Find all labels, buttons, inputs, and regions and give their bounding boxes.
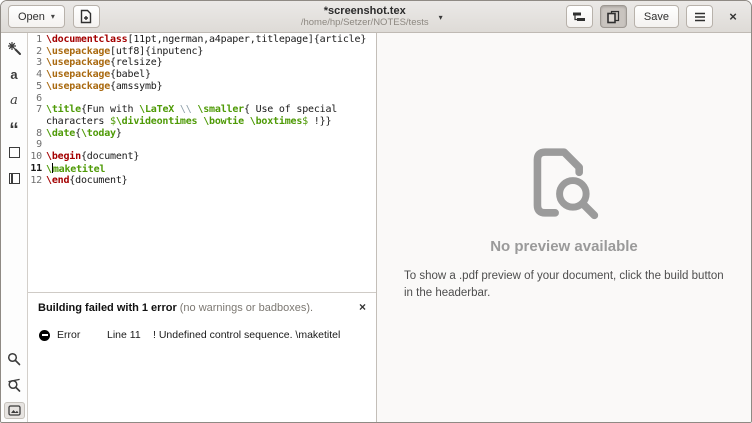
new-document-icon bbox=[79, 9, 93, 24]
preview-pane: No preview available To show a .pdf prev… bbox=[377, 33, 751, 422]
quotes-button[interactable]: “ bbox=[4, 118, 25, 135]
document-title: *screenshot.tex bbox=[301, 5, 429, 18]
code-text: \documentclass[11pt,ngerman,a4paper,titl… bbox=[46, 34, 366, 46]
code-text: \maketitel bbox=[46, 163, 105, 176]
line-number: 3 bbox=[28, 57, 46, 69]
window-close-button[interactable]: × bbox=[722, 6, 744, 28]
build-status-text: Building failed with 1 error bbox=[38, 302, 177, 314]
line-number: 8 bbox=[28, 128, 46, 140]
open-button[interactable]: Open ▾ bbox=[8, 5, 65, 28]
code-text: \end{document} bbox=[46, 175, 128, 187]
code-text: characters $\divideontimes \bowtie \boxt… bbox=[46, 116, 331, 128]
frame-icon bbox=[9, 147, 20, 158]
line-number: 6 bbox=[28, 93, 46, 105]
image-panel-button[interactable] bbox=[4, 402, 25, 419]
hamburger-menu-icon bbox=[694, 12, 706, 22]
document-title-menu[interactable]: *screenshot.tex /home/hp/Setzer/NOTES/te… bbox=[301, 1, 443, 33]
wizard-button[interactable] bbox=[4, 40, 25, 57]
menu-button[interactable] bbox=[686, 5, 713, 28]
chevron-down-icon: ▾ bbox=[439, 13, 443, 22]
preview-empty-description: To show a .pdf preview of your document,… bbox=[404, 268, 724, 301]
headerbar: Open ▾ *screenshot.tex /home/hp/Setzer/N… bbox=[1, 1, 751, 33]
save-button-label: Save bbox=[644, 11, 669, 23]
code-text: \title{Fun with \LaTeX \\ \smaller{ Use … bbox=[46, 104, 337, 116]
code-line[interactable]: 6 bbox=[28, 93, 376, 105]
new-document-button[interactable] bbox=[73, 5, 100, 28]
line-number: 5 bbox=[28, 81, 46, 93]
bold-text-button[interactable]: a bbox=[4, 66, 25, 83]
code-line[interactable]: 3\usepackage{relsize} bbox=[28, 57, 376, 69]
italic-icon: a bbox=[10, 94, 18, 107]
open-button-label: Open bbox=[18, 11, 45, 23]
code-line[interactable]: 4\usepackage{babel} bbox=[28, 69, 376, 81]
line-number: 1 bbox=[28, 34, 46, 46]
line-number: 7 bbox=[28, 104, 46, 116]
close-icon: × bbox=[729, 9, 737, 24]
preview-toggle-button[interactable] bbox=[600, 5, 627, 28]
code-line[interactable]: 7\title{Fun with \LaTeX \\ \smaller{ Use… bbox=[28, 104, 376, 116]
line-number bbox=[28, 116, 46, 128]
main-area: a a “ bbox=[1, 33, 751, 422]
error-line: Line 11 bbox=[107, 329, 153, 341]
line-number: 11 bbox=[28, 163, 46, 176]
code-line[interactable]: characters $\divideontimes \bowtie \boxt… bbox=[28, 116, 376, 128]
margin-box-icon bbox=[9, 173, 20, 184]
code-text: \usepackage{babel} bbox=[46, 69, 151, 81]
find-replace-icon bbox=[7, 378, 21, 392]
code-text: \usepackage{amssymb} bbox=[46, 81, 162, 93]
build-log-panel: Building failed with 1 error (no warning… bbox=[28, 292, 376, 422]
sidebar-tool-column: a a “ bbox=[1, 33, 28, 422]
code-line[interactable]: 8\date{\today} bbox=[28, 128, 376, 140]
line-number: 9 bbox=[28, 139, 46, 151]
headerbar-right: Save × bbox=[566, 5, 744, 28]
code-text: \begin{document} bbox=[46, 151, 139, 163]
code-line[interactable]: 9 bbox=[28, 139, 376, 151]
search-icon bbox=[7, 352, 21, 366]
code-text: \usepackage{relsize} bbox=[46, 57, 162, 69]
preview-empty-title: No preview available bbox=[490, 238, 638, 255]
italic-text-button[interactable]: a bbox=[4, 92, 25, 109]
title-block: *screenshot.tex /home/hp/Setzer/NOTES/te… bbox=[301, 5, 429, 29]
error-label: Error bbox=[57, 329, 107, 341]
code-line[interactable]: 2\usepackage[utf8]{inputenc} bbox=[28, 46, 376, 58]
build-log-close-button[interactable]: × bbox=[359, 301, 366, 313]
build-status-detail: (no warnings or badboxes). bbox=[180, 302, 313, 314]
code-line[interactable]: 12\end{document} bbox=[28, 175, 376, 187]
search-button[interactable] bbox=[4, 350, 25, 367]
margin-box-button[interactable] bbox=[4, 170, 25, 187]
editor-pane: 1\documentclass[11pt,ngerman,a4paper,tit… bbox=[28, 33, 376, 422]
code-line[interactable]: 5\usepackage{amssymb} bbox=[28, 81, 376, 93]
build-error-row[interactable]: Error Line 11 ! Undefined control sequen… bbox=[28, 329, 376, 341]
code-text: \date{\today} bbox=[46, 128, 122, 140]
preview-pages-icon bbox=[606, 10, 620, 24]
image-icon bbox=[8, 405, 21, 416]
build-log-toggle-button[interactable] bbox=[566, 5, 593, 28]
build-log-icon bbox=[572, 11, 586, 23]
quotes-icon: “ bbox=[9, 127, 19, 135]
error-message: ! Undefined control sequence. \maketitel bbox=[153, 329, 340, 341]
code-text: \usepackage[utf8]{inputenc} bbox=[46, 46, 203, 58]
code-area[interactable]: 1\documentclass[11pt,ngerman,a4paper,tit… bbox=[28, 33, 376, 292]
bold-icon: a bbox=[10, 68, 17, 81]
app-window: Open ▾ *screenshot.tex /home/hp/Setzer/N… bbox=[0, 0, 752, 423]
headerbar-left: Open ▾ bbox=[8, 5, 100, 28]
find-replace-button[interactable] bbox=[4, 376, 25, 393]
build-log-header: Building failed with 1 error (no warning… bbox=[28, 293, 376, 314]
code-line[interactable]: 11\maketitel bbox=[28, 163, 376, 176]
save-button[interactable]: Save bbox=[634, 5, 679, 28]
line-number: 2 bbox=[28, 46, 46, 58]
frame-button[interactable] bbox=[4, 144, 25, 161]
error-icon bbox=[39, 330, 50, 341]
code-line[interactable]: 10\begin{document} bbox=[28, 151, 376, 163]
document-path: /home/hp/Setzer/NOTES/tests bbox=[301, 18, 429, 29]
line-number: 10 bbox=[28, 151, 46, 163]
line-number: 12 bbox=[28, 175, 46, 187]
line-number: 4 bbox=[28, 69, 46, 81]
chevron-down-icon: ▾ bbox=[51, 12, 55, 21]
magic-wand-icon bbox=[7, 41, 22, 56]
code-line[interactable]: 1\documentclass[11pt,ngerman,a4paper,tit… bbox=[28, 34, 376, 46]
document-search-icon bbox=[521, 140, 607, 230]
